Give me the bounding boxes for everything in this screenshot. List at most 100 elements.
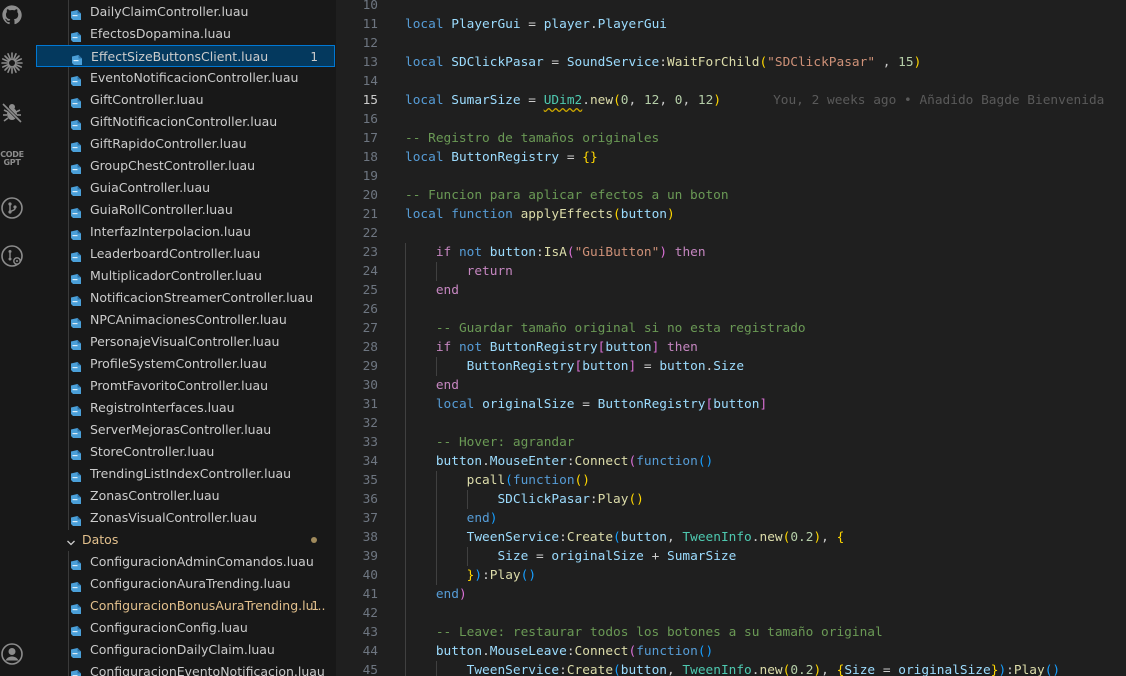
code-line[interactable]: 32 bbox=[336, 414, 1126, 433]
explorer-file-item[interactable]: GiftNotificacionController.luau bbox=[36, 111, 335, 133]
explorer-file-item[interactable]: ProfileSystemController.luau bbox=[36, 353, 335, 375]
explorer-file-item[interactable]: GroupChestController.luau bbox=[36, 155, 335, 177]
explorer-file-item[interactable]: PersonajeVisualController.luau bbox=[36, 331, 335, 353]
explorer-file-item[interactable]: NPCAnimacionesController.luau bbox=[36, 309, 335, 331]
code-token: not bbox=[458, 340, 490, 355]
code-line[interactable]: 12 bbox=[336, 34, 1126, 53]
explorer-file-item[interactable]: ConfiguracionAdminComandos.luau bbox=[36, 551, 335, 573]
explorer-file-item[interactable]: TrendingListIndexController.luau bbox=[36, 463, 335, 485]
no-bug-icon[interactable] bbox=[0, 101, 24, 125]
code-line[interactable]: 41 end) bbox=[336, 585, 1126, 604]
code-line[interactable]: 18 local ButtonRegistry = {} bbox=[336, 148, 1126, 167]
line-number: 10 bbox=[362, 0, 378, 13]
code-token: function bbox=[636, 454, 698, 469]
code-line[interactable]: 29 ButtonRegistry[button] = button.Size bbox=[336, 357, 1126, 376]
code-line[interactable]: 21 local function applyEffects(button) bbox=[336, 205, 1126, 224]
code-line[interactable]: 37 end) bbox=[336, 509, 1126, 528]
code-line[interactable]: 39 Size = originalSize + SumarSize bbox=[336, 547, 1126, 566]
code-token: return bbox=[466, 264, 513, 279]
folder-datos[interactable]: Datos bbox=[36, 529, 335, 551]
code-line[interactable]: 36 SDClickPasar:Play() bbox=[336, 490, 1126, 509]
github-icon[interactable] bbox=[0, 3, 24, 27]
code-line[interactable]: 17 -- Registro de tamaños originales bbox=[336, 129, 1126, 148]
code-token: : bbox=[559, 530, 567, 545]
code-line[interactable]: 13 local SDClickPasar = SoundService:Wait… bbox=[336, 53, 1126, 72]
code-token: , bbox=[667, 663, 683, 676]
line-number: 42 bbox=[362, 606, 378, 621]
explorer-file-item[interactable]: EffectSizeButtonsClient.luau 1 bbox=[36, 45, 335, 67]
code-token: ) bbox=[474, 568, 483, 583]
explorer-file-item[interactable]: DailyClaimController.luau bbox=[36, 1, 335, 23]
explorer-file-item[interactable]: StoreController.luau bbox=[36, 441, 335, 463]
explorer-sidebar: DailyClaimController.luau EfectosDopamina… bbox=[36, 0, 336, 676]
gitlens-icon[interactable] bbox=[0, 244, 24, 268]
code-token: -- Registro de tamaños originales bbox=[405, 131, 660, 146]
line-number: 12 bbox=[362, 36, 378, 51]
explorer-file-item[interactable]: GuiaController.luau bbox=[36, 177, 335, 199]
code-line[interactable]: 27 -- Guardar tamaño original si no esta… bbox=[336, 319, 1126, 338]
code-line[interactable]: 38 TweenService:Create(button, TweenInfo… bbox=[336, 528, 1126, 547]
code-line[interactable]: 35 pcall(function() bbox=[336, 471, 1126, 490]
luau-file-icon bbox=[70, 556, 82, 570]
code-line[interactable]: 40 }):Play() bbox=[336, 566, 1126, 585]
code-token: 12 bbox=[643, 93, 660, 108]
code-line[interactable]: 25 end bbox=[336, 281, 1126, 300]
luau-file-icon bbox=[70, 248, 82, 262]
code-line[interactable]: 19 bbox=[336, 167, 1126, 186]
account-icon[interactable] bbox=[0, 642, 24, 666]
code-line[interactable]: 44 button.MouseLeave:Connect(function() bbox=[336, 642, 1126, 661]
code-line[interactable]: 11 local PlayerGui = player.PlayerGui bbox=[336, 15, 1126, 34]
code-line[interactable]: 33 -- Hover: agrandar bbox=[336, 433, 1126, 452]
code-line[interactable]: 24 return bbox=[336, 262, 1126, 281]
explorer-file-item[interactable]: ConfiguracionEventoNotificacion.luau bbox=[36, 661, 335, 676]
code-line[interactable]: 43 -- Leave: restaurar todos los botones… bbox=[336, 623, 1126, 642]
explorer-file-item[interactable]: NotificacionStreamerController.luau bbox=[36, 287, 335, 309]
explorer-file-item[interactable]: InterfazInterpolacion.luau bbox=[36, 221, 335, 243]
code-token: : bbox=[1006, 663, 1014, 676]
explorer-file-item[interactable]: ConfiguracionBonusAuraTrending.lu... 1 bbox=[36, 595, 335, 617]
codegpt-icon[interactable]: CODE GPT bbox=[0, 148, 25, 170]
explorer-file-item[interactable]: ZonasVisualController.luau bbox=[36, 507, 335, 529]
code-token: SoundService bbox=[566, 55, 660, 70]
code-line[interactable]: 26 bbox=[336, 300, 1126, 319]
code-token: , bbox=[875, 55, 899, 70]
luau-file-icon bbox=[71, 51, 83, 65]
code-token: = bbox=[528, 549, 552, 564]
luau-file-icon bbox=[70, 644, 82, 658]
explorer-file-item[interactable]: ConfiguracionConfig.luau bbox=[36, 617, 335, 639]
line-number: 28 bbox=[362, 340, 378, 355]
file-label: RegistroInterfaces.luau bbox=[90, 400, 235, 415]
explorer-file-item[interactable]: EfectosDopamina.luau bbox=[36, 23, 335, 45]
code-line[interactable]: 22 bbox=[336, 224, 1126, 243]
code-line[interactable]: 16 bbox=[336, 110, 1126, 129]
code-line[interactable]: 45 TweenService:Create(button, TweenInfo… bbox=[336, 661, 1126, 676]
code-line[interactable]: 28 if not ButtonRegistry[button] then bbox=[336, 338, 1126, 357]
explorer-file-item[interactable]: EventoNotificacionController.luau bbox=[36, 67, 335, 89]
explorer-file-item[interactable]: ServerMejorasController.luau bbox=[36, 419, 335, 441]
explorer-file-item[interactable]: RegistroInterfaces.luau bbox=[36, 397, 335, 419]
git-graph-icon[interactable] bbox=[0, 196, 24, 220]
explorer-file-item[interactable]: PromtFavoritoController.luau bbox=[36, 375, 335, 397]
file-label: PersonajeVisualController.luau bbox=[90, 334, 280, 349]
explorer-file-item[interactable]: LeaderboardController.luau bbox=[36, 243, 335, 265]
explorer-file-item[interactable]: GuiaRollController.luau bbox=[36, 199, 335, 221]
code-line[interactable]: 15 local SumarSize = UDim2.new(0, 12, 0, … bbox=[336, 91, 1126, 110]
code-line[interactable]: 14 bbox=[336, 72, 1126, 91]
explorer-file-item[interactable]: GiftRapidoController.luau bbox=[36, 133, 335, 155]
code-line[interactable]: 34 button.MouseEnter:Connect(function() bbox=[336, 452, 1126, 471]
explorer-file-item[interactable]: ConfiguracionAuraTrending.luau bbox=[36, 573, 335, 595]
code-line[interactable]: 31 local originalSize = ButtonRegistry[b… bbox=[336, 395, 1126, 414]
explorer-file-item[interactable]: ConfiguracionDailyClaim.luau bbox=[36, 639, 335, 661]
code-line[interactable]: 23 if not button:IsA("GuiButton") then bbox=[336, 243, 1126, 262]
explorer-file-item[interactable]: MultiplicadorController.luau bbox=[36, 265, 335, 287]
code-line[interactable]: 30 end bbox=[336, 376, 1126, 395]
explorer-file-item[interactable]: GiftController.luau bbox=[36, 89, 335, 111]
gear-flower-icon[interactable] bbox=[0, 51, 24, 75]
code-line[interactable]: 10 bbox=[336, 0, 1126, 15]
file-label: NPCAnimacionesController.luau bbox=[90, 312, 287, 327]
code-line[interactable]: 20 -- Funcion para aplicar efectos a un b… bbox=[336, 186, 1126, 205]
luau-file-icon bbox=[70, 116, 82, 130]
code-line[interactable]: 42 bbox=[336, 604, 1126, 623]
code-editor[interactable]: 10 11 local PlayerGui = player.PlayerGui 12… bbox=[336, 0, 1126, 676]
explorer-file-item[interactable]: ZonasController.luau bbox=[36, 485, 335, 507]
